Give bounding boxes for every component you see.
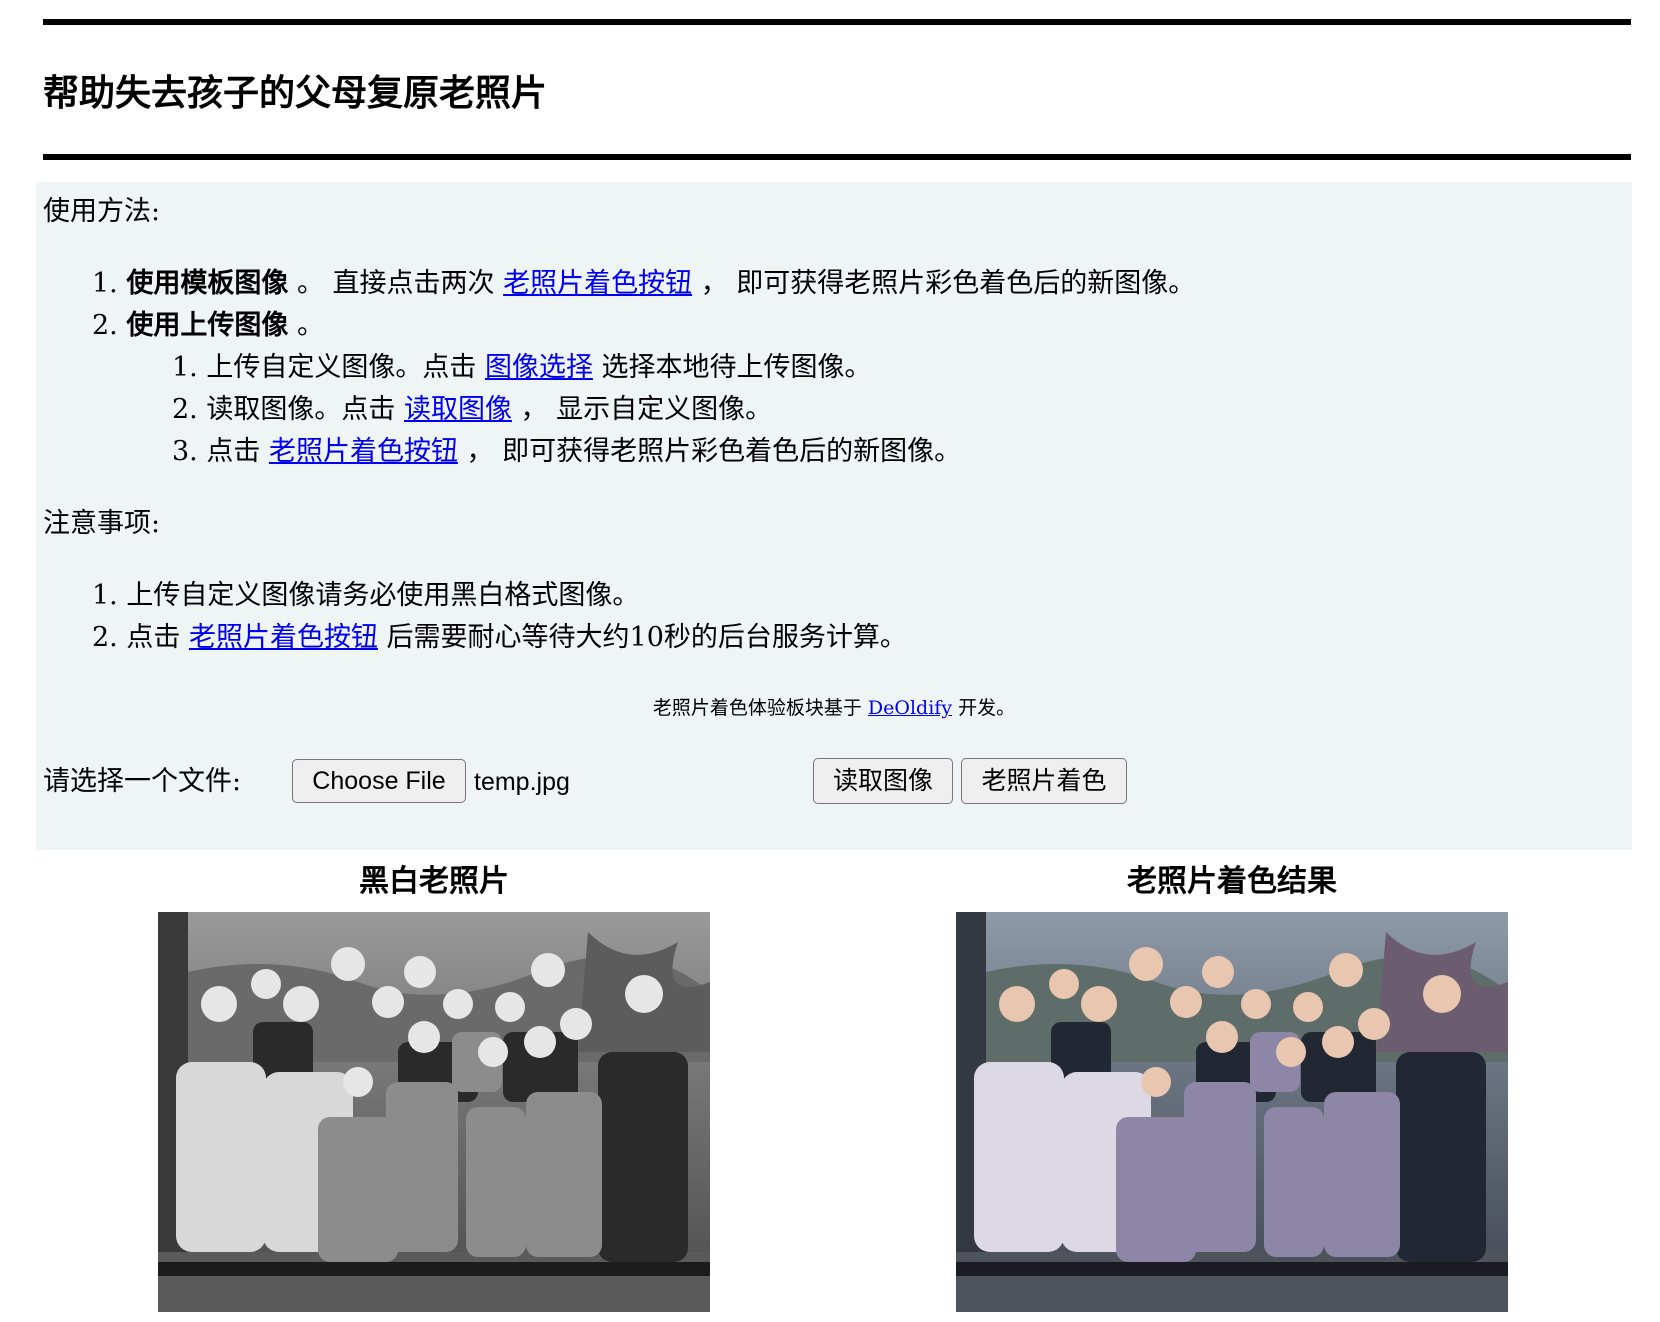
read-image-button[interactable]: 读取图像 bbox=[813, 758, 953, 804]
colorize-button[interactable]: 老照片着色 bbox=[961, 758, 1127, 804]
original-image-title: 黑白老照片 bbox=[359, 864, 509, 899]
colorize-link[interactable]: 老照片着色按钮 bbox=[269, 436, 458, 467]
selected-file-name: temp.jpg bbox=[474, 768, 570, 796]
original-photo bbox=[158, 912, 710, 1312]
note-item-1: 1. 上传自定义图像请务必使用黑白格式图像。 bbox=[92, 580, 640, 611]
usage-substep-3: 3. 点击 老照片着色按钮 ， 即可获得老照片彩色着色后的新图像。 bbox=[172, 436, 962, 467]
page-title: 帮助失去孩子的父母复原老照片 bbox=[43, 72, 548, 114]
usage-title: 使用方法: bbox=[43, 196, 161, 227]
note-item-2: 2. 点击 老照片着色按钮 后需要耐心等待大约10秒的后台服务计算。 bbox=[92, 622, 907, 653]
colorized-photo bbox=[956, 912, 1508, 1312]
read-image-link[interactable]: 读取图像 bbox=[404, 394, 512, 425]
top-divider bbox=[43, 19, 1631, 25]
colorized-image-title: 老照片着色结果 bbox=[1127, 864, 1337, 899]
usage-substep-1: 1. 上传自定义图像。点击 图像选择 选择本地待上传图像。 bbox=[172, 352, 872, 383]
bottom-divider bbox=[43, 154, 1631, 160]
choose-file-button[interactable]: Choose File bbox=[292, 759, 466, 803]
usage-step-2-bold: 使用上传图像 bbox=[126, 310, 289, 341]
usage-substep-2: 2. 读取图像。点击 读取图像 ， 显示自定义图像。 bbox=[172, 394, 773, 425]
usage-step-1-bold: 使用模板图像 bbox=[126, 268, 289, 299]
file-picker-label: 请选择一个文件: bbox=[43, 766, 242, 797]
colorize-link[interactable]: 老照片着色按钮 bbox=[189, 622, 378, 653]
deoldify-link[interactable]: DeOldify bbox=[868, 697, 952, 719]
original-image-column: 黑白老照片 bbox=[154, 860, 714, 1312]
notes-title: 注意事项: bbox=[43, 508, 161, 539]
credit-line: 老照片着色体验板块基于 DeOldify 开发。 bbox=[652, 697, 1016, 719]
usage-step-2: 2. 使用上传图像 。 bbox=[92, 310, 324, 341]
instructions-panel: 使用方法: 1. 使用模板图像 。 直接点击两次 老照片着色按钮 ， 即可获得老… bbox=[36, 182, 1632, 850]
colorized-image-column: 老照片着色结果 bbox=[952, 860, 1512, 1312]
image-select-link[interactable]: 图像选择 bbox=[485, 352, 593, 383]
file-picker-row: 请选择一个文件: Choose File temp.jpg 读取图像 老照片着色 bbox=[43, 758, 1623, 806]
usage-step-1: 1. 使用模板图像 。 直接点击两次 老照片着色按钮 ， 即可获得老照片彩色着色… bbox=[92, 268, 1196, 299]
colorize-link[interactable]: 老照片着色按钮 bbox=[503, 268, 692, 299]
